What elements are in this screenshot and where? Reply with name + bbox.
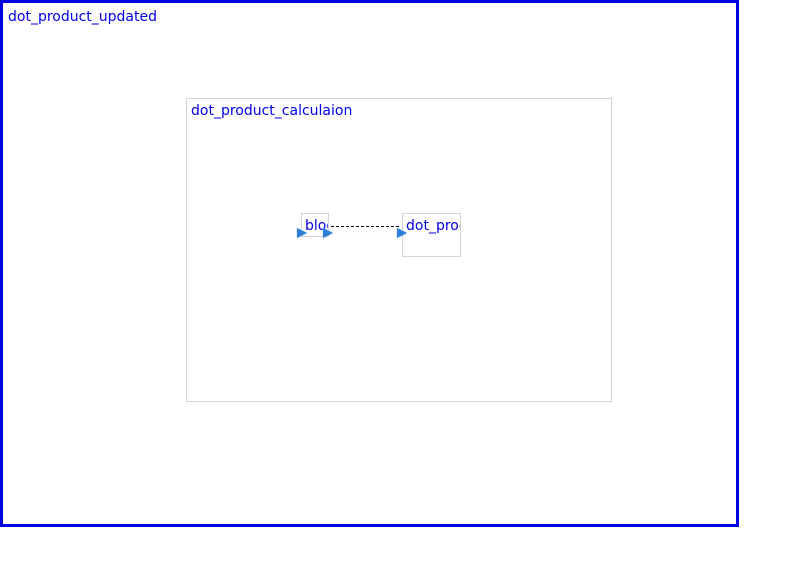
inner-block-title: dot_product_calculaion bbox=[191, 103, 353, 119]
connection-line[interactable] bbox=[331, 226, 399, 227]
outer-block-title: dot_product_updated bbox=[8, 9, 158, 25]
inner-block-frame[interactable]: dot_product_calculaion bbox=[186, 98, 612, 402]
block-dot-proc[interactable]: dot_proc bbox=[402, 213, 461, 257]
diagram-canvas: dot_product_updated dot_product_calculai… bbox=[0, 0, 789, 577]
block-label: dot_proc bbox=[406, 218, 461, 234]
input-port-icon[interactable] bbox=[397, 228, 407, 238]
input-port-icon[interactable] bbox=[297, 228, 307, 238]
output-port-icon[interactable] bbox=[323, 228, 333, 238]
